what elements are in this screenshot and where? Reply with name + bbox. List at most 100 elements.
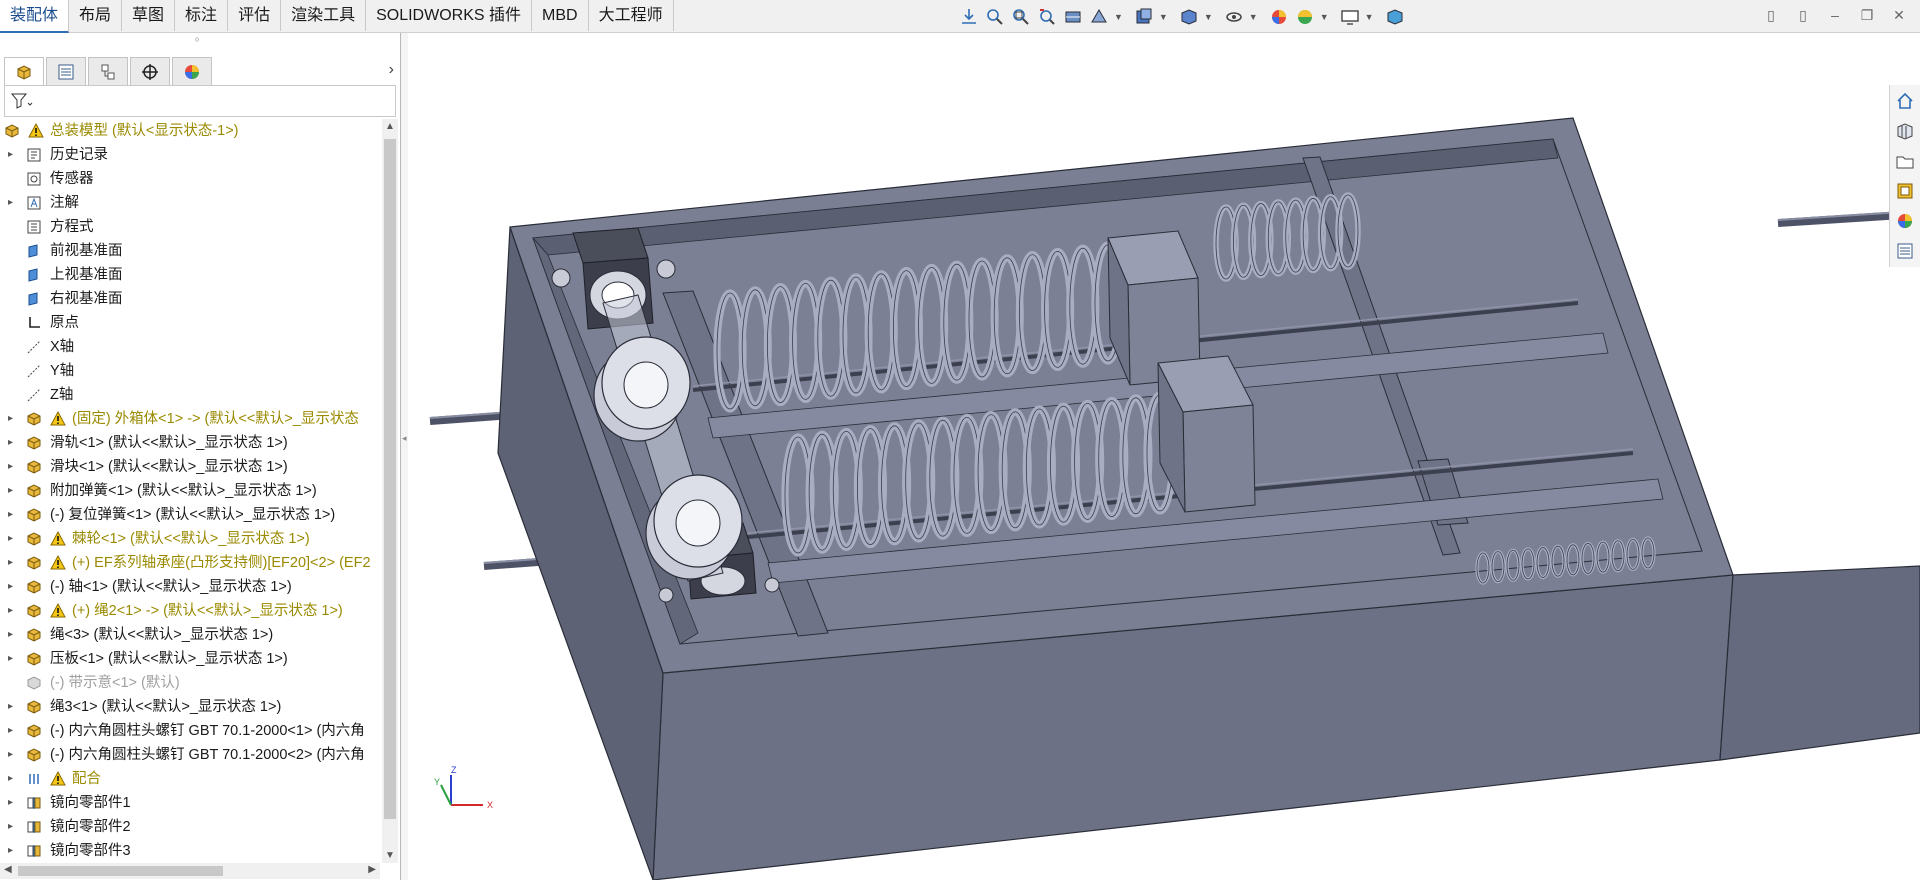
tree-item[interactable]: 传感器: [0, 167, 380, 191]
3d-library-icon[interactable]: [1890, 119, 1920, 143]
tab-8[interactable]: 大工程师: [589, 0, 674, 31]
file-explorer-icon[interactable]: [1890, 149, 1920, 173]
featuremanager-tab[interactable]: [4, 57, 44, 86]
tree-item[interactable]: ▸ 历史记录: [0, 143, 380, 167]
splitter-grip-icon[interactable]: ◂: [402, 433, 407, 444]
tree-item[interactable]: ▸ (固定) 外箱体<1> -> (默认<<默认>_显示状态: [0, 407, 380, 431]
expand-arrow-icon[interactable]: ▸: [8, 431, 13, 455]
expand-arrow-icon[interactable]: ▸: [8, 407, 13, 431]
expand-arrow-icon[interactable]: ▸: [8, 767, 13, 791]
expand-arrow-icon[interactable]: ▸: [8, 551, 13, 575]
expand-arrow-icon[interactable]: ▸: [8, 743, 13, 767]
tab-6[interactable]: SOLIDWORKS 插件: [366, 0, 533, 31]
expand-arrow-icon[interactable]: ▸: [8, 191, 13, 215]
view-orientation-icon[interactable]: [958, 6, 980, 28]
custom-properties-icon[interactable]: [1890, 239, 1920, 263]
displaymanager-tab[interactable]: [172, 57, 212, 86]
tree-item[interactable]: ▸ 滑块<1> (默认<<默认>_显示状态 1>): [0, 455, 380, 479]
close-icon[interactable]: ✕: [1888, 4, 1910, 26]
dropdown-arrow-icon[interactable]: ▼: [1249, 12, 1258, 22]
tab-3[interactable]: 标注: [175, 0, 229, 31]
tree-item[interactable]: ▸ 压板<1> (默认<<默认>_显示状态 1>): [0, 647, 380, 671]
dropdown-arrow-icon[interactable]: ▼: [1320, 12, 1329, 22]
view-settings-icon[interactable]: [1339, 6, 1361, 28]
expand-arrow-icon[interactable]: ▸: [8, 791, 13, 815]
expand-arrow-icon[interactable]: ▸: [8, 527, 13, 551]
expand-arrow-icon[interactable]: ▸: [8, 695, 13, 719]
home-icon[interactable]: [1890, 89, 1920, 113]
dimxpert-tab[interactable]: [130, 57, 170, 86]
tree-item[interactable]: ▸ 镜向零部件3: [0, 839, 380, 863]
restore-icon[interactable]: ❐: [1856, 4, 1878, 26]
expand-arrow-icon[interactable]: ▸: [8, 647, 13, 671]
scroll-thumb[interactable]: [384, 139, 396, 819]
expand-arrow-icon[interactable]: ▸: [8, 839, 13, 863]
tree-item[interactable]: Z轴: [0, 383, 380, 407]
view-orientation-dropdown-icon[interactable]: [1133, 6, 1155, 28]
tree-item[interactable]: ▸ 棘轮<1> (默认<<默认>_显示状态 1>): [0, 527, 380, 551]
tree-item[interactable]: ▸ 配合: [0, 767, 380, 791]
apply-scene-icon[interactable]: [1294, 6, 1316, 28]
expand-arrow-icon[interactable]: ▸: [8, 575, 13, 599]
tree-item[interactable]: ▸ 镜向零部件1: [0, 791, 380, 815]
expand-arrow-icon[interactable]: ▸: [8, 503, 13, 527]
appearances-icon[interactable]: [1890, 209, 1920, 233]
restore-prev-icon[interactable]: ▯: [1760, 4, 1782, 26]
tree-horizontal-scrollbar[interactable]: ◀ ▶: [0, 863, 380, 879]
tree-item[interactable]: 方程式: [0, 215, 380, 239]
expand-arrow-icon[interactable]: ▸: [8, 479, 13, 503]
propertymanager-tab[interactable]: [46, 57, 86, 86]
tab-1[interactable]: 布局: [69, 0, 123, 31]
view-palette-icon[interactable]: [1890, 179, 1920, 203]
tree-item[interactable]: ▸ 滑轨<1> (默认<<默认>_显示状态 1>): [0, 431, 380, 455]
tree-item[interactable]: ▸ 注解: [0, 191, 380, 215]
tree-item[interactable]: ▸ (-) 内六角圆柱头螺钉 GBT 70.1-2000<2> (内六角: [0, 743, 380, 767]
panel-grip-icon[interactable]: ⁰: [195, 37, 199, 48]
display-pane-icon[interactable]: [1384, 6, 1406, 28]
tree-item[interactable]: (-) 带示意<1> (默认): [0, 671, 380, 695]
additional-spring-top[interactable]: [1213, 192, 1361, 282]
tree-filter-input[interactable]: [4, 85, 396, 117]
tile-icon[interactable]: ▯: [1792, 4, 1814, 26]
section-view-icon[interactable]: [1062, 6, 1084, 28]
dynamic-annotation-icon[interactable]: [1088, 6, 1110, 28]
hide-show-icon[interactable]: [1223, 6, 1245, 28]
edit-appearance-icon[interactable]: [1268, 6, 1290, 28]
tree-item[interactable]: ▸ (-) 复位弹簧<1> (默认<<默认>_显示状态 1>): [0, 503, 380, 527]
graphics-area[interactable]: Z X Y: [408, 33, 1920, 880]
tab-0[interactable]: 装配体: [0, 0, 70, 33]
tree-item[interactable]: ▸ (+) EF系列轴承座(凸形支持侧)[EF20]<2> (EF2: [0, 551, 380, 575]
configurationmanager-tab[interactable]: [88, 57, 128, 86]
tree-vertical-scrollbar[interactable]: ▲ ▼: [382, 119, 398, 863]
tree-item[interactable]: ▸ 镜向零部件2: [0, 815, 380, 839]
tab-5[interactable]: 渲染工具: [281, 0, 367, 31]
tree-item[interactable]: 前视基准面: [0, 239, 380, 263]
slider-lower[interactable]: [1157, 355, 1256, 513]
zoom-to-fit-icon[interactable]: [984, 6, 1006, 28]
tab-4[interactable]: 评估: [228, 0, 282, 31]
expand-arrow-icon[interactable]: ▸: [8, 455, 13, 479]
expand-arrow-icon[interactable]: ▸: [8, 815, 13, 839]
tree-item[interactable]: ▸ (+) 绳2<1> -> (默认<<默认>_显示状态 1>): [0, 599, 380, 623]
tab-7[interactable]: MBD: [532, 0, 589, 31]
expand-arrow-icon[interactable]: ▸: [8, 143, 13, 167]
tree-item[interactable]: ▸ 绳3<1> (默认<<默认>_显示状态 1>): [0, 695, 380, 719]
dropdown-arrow-icon[interactable]: ▼: [1204, 12, 1213, 22]
scroll-left-icon[interactable]: ◀: [4, 864, 12, 875]
tree-item[interactable]: 右视基准面: [0, 287, 380, 311]
tree-item[interactable]: Y轴: [0, 359, 380, 383]
tree-root[interactable]: 总装模型 (默认<显示状态-1>): [0, 119, 380, 143]
assembly-model[interactable]: [408, 33, 1920, 880]
tree-item[interactable]: ▸ 附加弹簧<1> (默认<<默认>_显示状态 1>): [0, 479, 380, 503]
tree-item[interactable]: ▸ 绳<3> (默认<<默认>_显示状态 1>): [0, 623, 380, 647]
expand-arrow-icon[interactable]: ▸: [8, 719, 13, 743]
dropdown-arrow-icon[interactable]: ▼: [1159, 12, 1168, 22]
tree-item[interactable]: 上视基准面: [0, 263, 380, 287]
dropdown-arrow-icon[interactable]: ▼: [1365, 12, 1374, 22]
tab-2[interactable]: 草图: [122, 0, 176, 31]
hscroll-thumb[interactable]: [18, 866, 223, 876]
expand-arrow-icon[interactable]: ▸: [8, 599, 13, 623]
previous-view-icon[interactable]: [1036, 6, 1058, 28]
dropdown-arrow-icon[interactable]: ▼: [1114, 12, 1123, 22]
tree-item[interactable]: ▸ (-) 内六角圆柱头螺钉 GBT 70.1-2000<1> (内六角: [0, 719, 380, 743]
